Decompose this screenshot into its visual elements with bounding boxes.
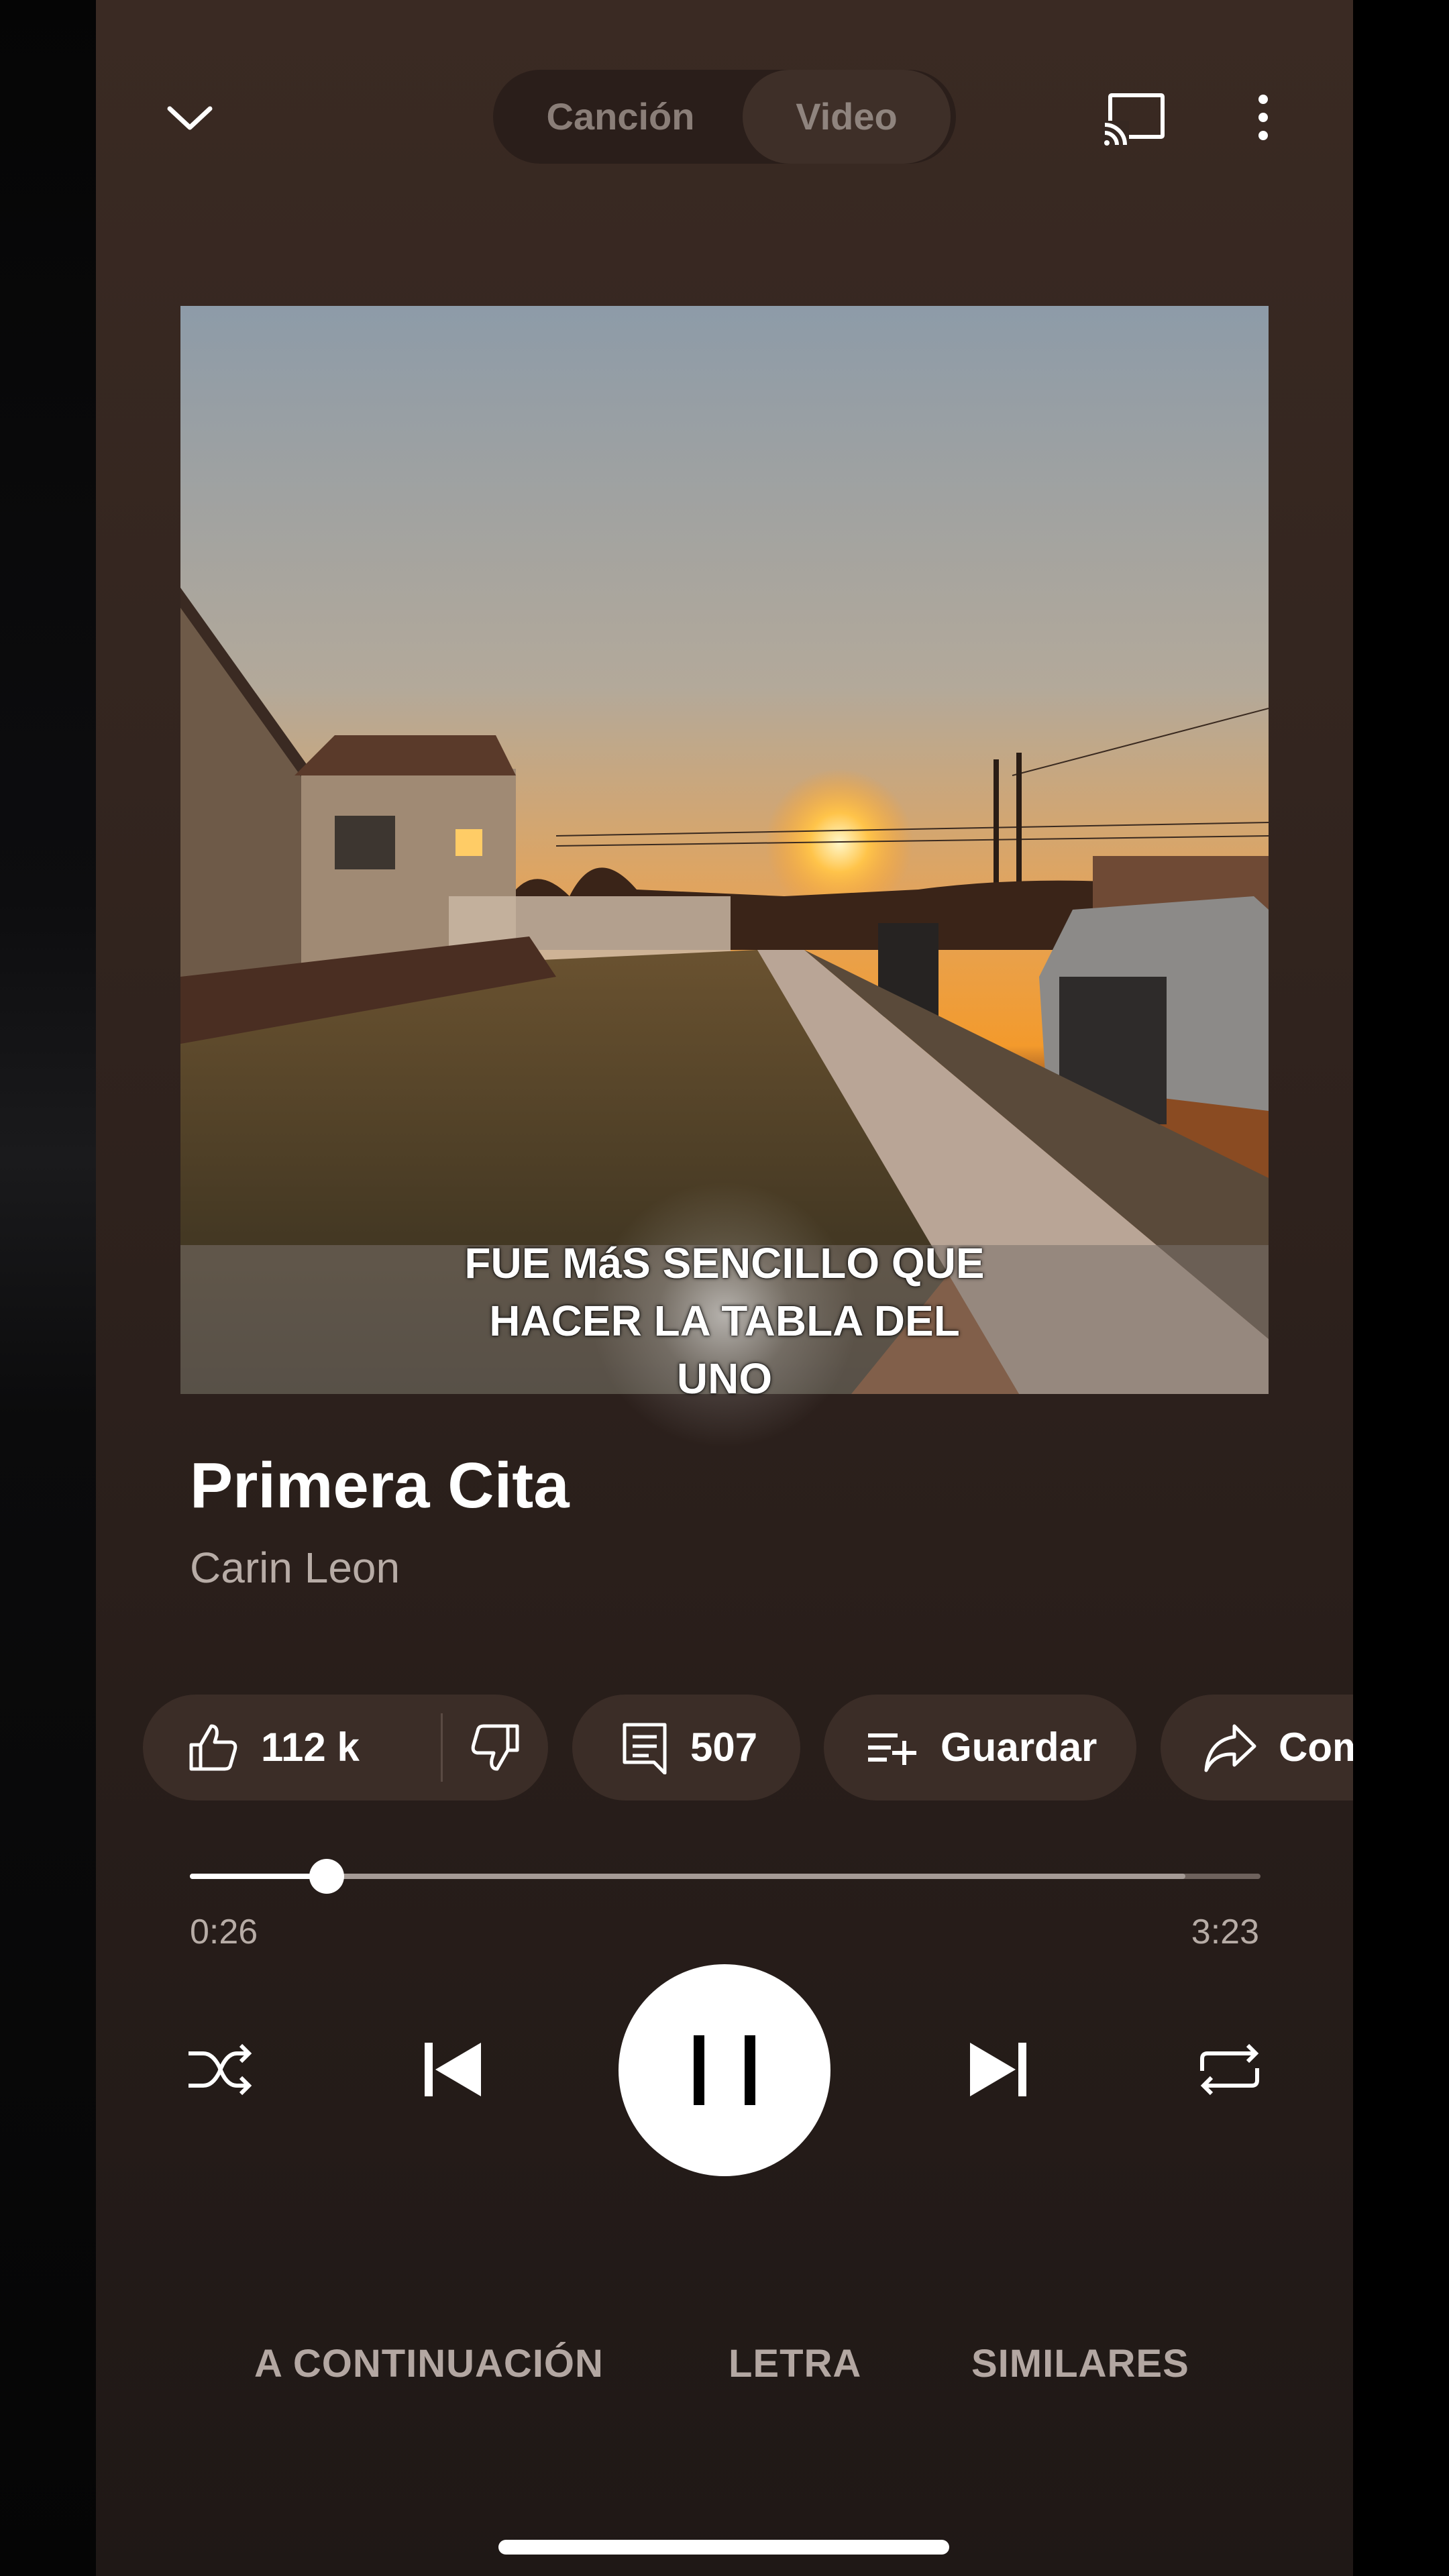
more-vertical-icon [1258,95,1268,140]
like-button[interactable]: 112 k [143,1695,438,1801]
caption-line: FUE MáS SENCILLO QUE [464,1239,985,1287]
caption-line: UNO [676,1354,773,1403]
repeat-icon [1200,2043,1259,2096]
skip-next-icon [970,2043,1026,2096]
tab-lyrics[interactable]: LETRA [729,2341,861,2386]
save-button[interactable]: Guardar [824,1695,1136,1801]
share-button[interactable]: Compartir [1161,1695,1353,1801]
skip-previous-icon [425,2043,481,2096]
share-label: Compartir [1279,1725,1353,1770]
comment-count: 507 [690,1725,758,1770]
current-time: 0:26 [190,1913,258,1951]
save-label: Guardar [941,1725,1097,1770]
pause-icon [694,2035,755,2105]
toggle-video-option[interactable]: Video [743,70,951,164]
share-icon [1204,1724,1256,1772]
repeat-button[interactable] [1193,2036,1267,2103]
cast-button[interactable] [1095,80,1176,154]
right-backdrop [1353,0,1449,2576]
thumbs-down-icon [471,1724,519,1771]
thumbs-up-icon [189,1724,237,1771]
previous-button[interactable] [411,2036,492,2103]
lyrics-caption: FUE MáS SENCILLO QUE HACER LA TABLA DEL … [96,1234,1353,1407]
shuffle-icon [189,2043,252,2096]
chevron-down-icon [167,106,213,130]
chip-divider [441,1713,443,1782]
collapse-player-button[interactable] [150,80,230,154]
play-pause-button[interactable] [619,1964,830,2176]
left-backdrop [0,0,96,2576]
comment-icon [623,1723,667,1774]
progress-bar[interactable] [190,1859,1260,1894]
artist-name[interactable]: Carin Leon [190,1543,400,1593]
like-dislike-chip: 112 k [143,1695,548,1801]
progress-played [190,1874,327,1879]
comments-button[interactable]: 507 [572,1695,800,1801]
add-to-playlist-icon [868,1733,916,1765]
home-indicator[interactable] [498,2540,949,2555]
toggle-song-option[interactable]: Canción [493,70,748,164]
shuffle-button[interactable] [183,2036,257,2103]
dislike-button[interactable] [443,1695,548,1801]
song-video-toggle: Canción Video [493,70,956,164]
tab-up-next[interactable]: A CONTINUACIÓN [254,2341,604,2386]
total-time: 3:23 [1191,1913,1259,1951]
player-screen: Canción Video FUE MáS SENCILLO QUE HACER… [96,0,1353,2576]
caption-line: HACER LA TABLA DEL [489,1297,960,1345]
progress-thumb[interactable] [309,1859,345,1894]
song-title: Primera Cita [190,1450,570,1521]
cast-icon [1102,93,1165,146]
next-button[interactable] [959,2036,1040,2103]
tab-related[interactable]: SIMILARES [971,2341,1189,2386]
like-count: 112 k [261,1725,360,1770]
more-options-button[interactable] [1236,80,1290,154]
